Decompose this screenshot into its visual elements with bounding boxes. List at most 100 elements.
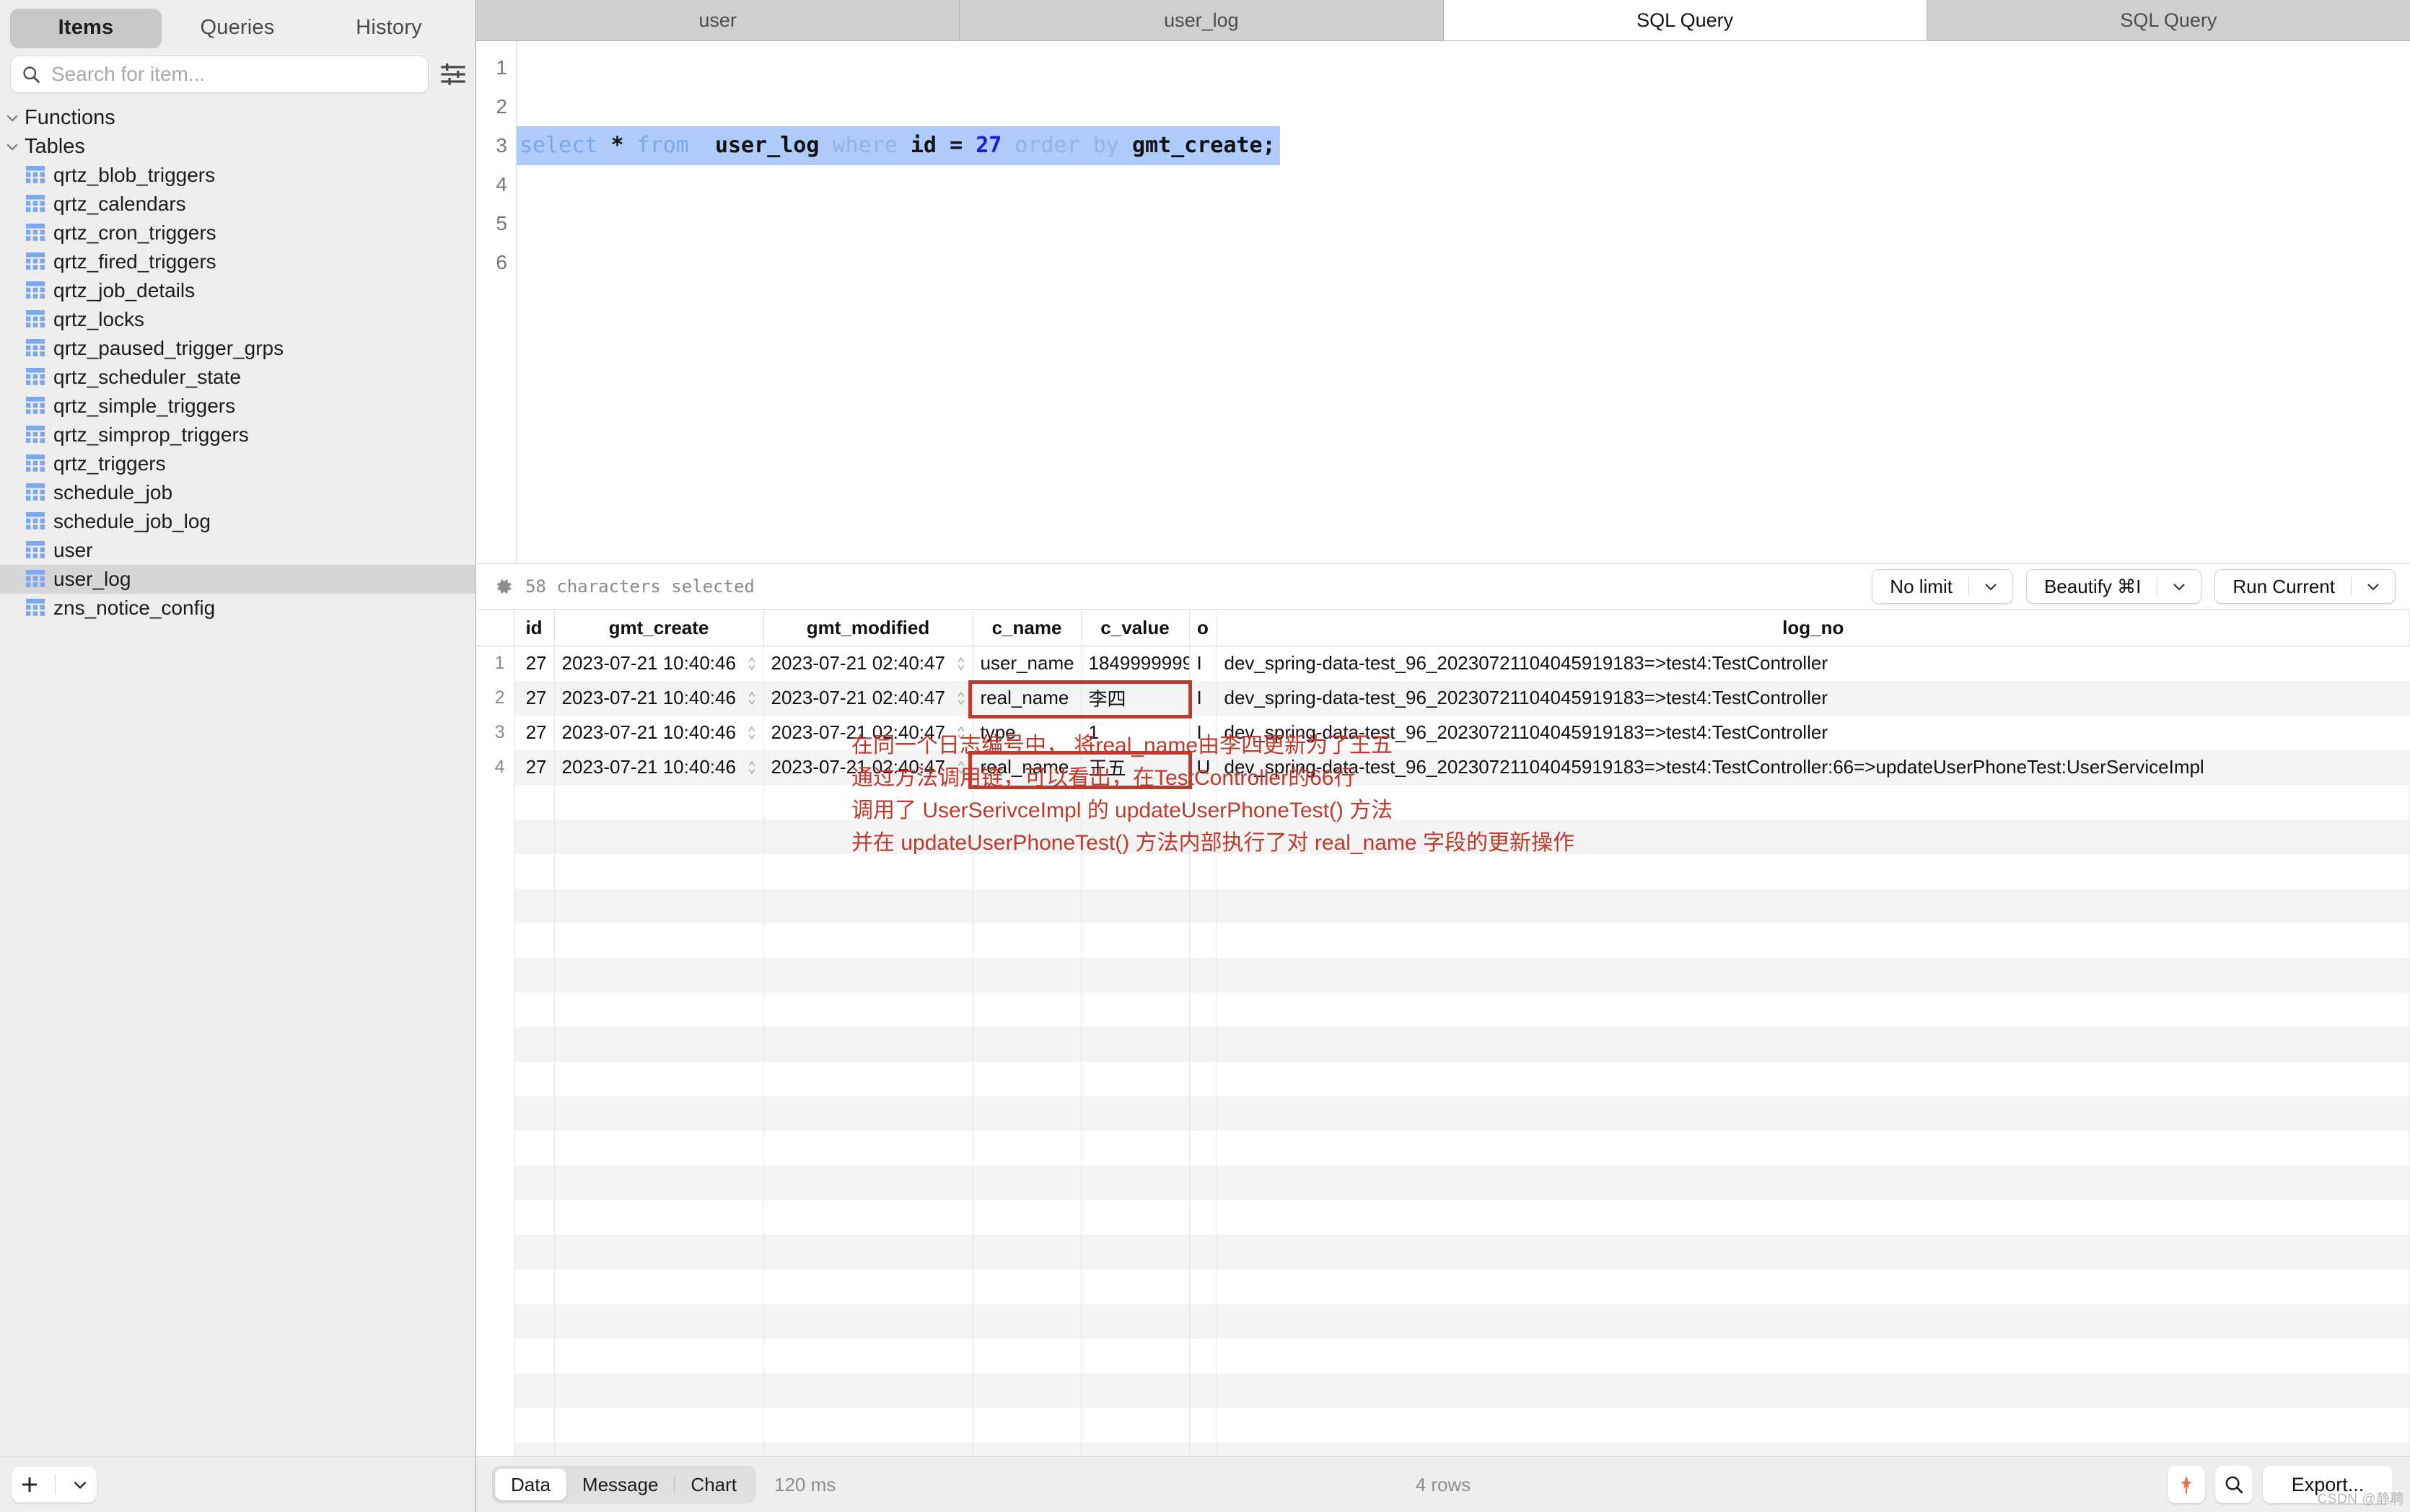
result-grid[interactable]: id gmt_create gmt_modified c_name c_valu… bbox=[476, 610, 2410, 1456]
cell-empty bbox=[1217, 1200, 2410, 1235]
filter-icon[interactable] bbox=[439, 60, 468, 89]
chevron-down-icon[interactable] bbox=[71, 1475, 89, 1494]
code-line[interactable] bbox=[517, 204, 2410, 243]
code-line[interactable] bbox=[517, 48, 2410, 87]
cell-empty bbox=[514, 1200, 555, 1235]
cell-o[interactable]: I bbox=[1189, 680, 1217, 716]
beautify-button[interactable]: Beautify ⌘I bbox=[2025, 569, 2202, 604]
cell-empty bbox=[1081, 1027, 1190, 1062]
stepper-icon[interactable] bbox=[746, 724, 758, 742]
col-header-o[interactable]: o bbox=[1189, 610, 1217, 646]
col-header-c-value[interactable]: c_value bbox=[1081, 610, 1190, 646]
tree-group-tables[interactable]: Tables bbox=[0, 132, 475, 161]
chevron-down-icon[interactable] bbox=[1969, 578, 2012, 595]
table-item-qrtz-simple-triggers[interactable]: qrtz_simple_triggers bbox=[0, 392, 475, 421]
cell-empty bbox=[514, 1096, 555, 1131]
cell-gmt-create[interactable]: 2023-07-21 10:40:46 bbox=[554, 646, 764, 681]
search-input[interactable]: Search for item... bbox=[10, 56, 429, 93]
cell-c-name[interactable]: real_name bbox=[973, 680, 1082, 716]
cell-c-value[interactable]: 李四 bbox=[1081, 680, 1190, 716]
tab-user[interactable]: user bbox=[476, 0, 960, 40]
table-icon bbox=[26, 397, 45, 414]
cell-empty bbox=[1081, 992, 1190, 1027]
col-header-gmt-create[interactable]: gmt_create bbox=[554, 610, 764, 646]
col-header-gmt-modified[interactable]: gmt_modified bbox=[763, 610, 973, 646]
table-item-qrtz-cron-triggers[interactable]: qrtz_cron_triggers bbox=[0, 219, 475, 247]
find-button[interactable] bbox=[2215, 1466, 2253, 1503]
table-row-empty bbox=[476, 1269, 2410, 1304]
table-item-qrtz-blob-triggers[interactable]: qrtz_blob_triggers bbox=[0, 161, 475, 190]
cell-id[interactable]: 27 bbox=[514, 680, 555, 716]
table-item-qrtz-scheduler-state[interactable]: qrtz_scheduler_state bbox=[0, 363, 475, 392]
code-line[interactable]: select * from user_log where id = 27 ord… bbox=[517, 126, 1280, 165]
col-header-log-no[interactable]: log_no bbox=[1217, 610, 2410, 646]
cell-c-value[interactable]: 18499999999 bbox=[1081, 646, 1190, 681]
cell-id[interactable]: 27 bbox=[514, 750, 555, 785]
chevron-down-icon[interactable] bbox=[2157, 578, 2201, 595]
cell-empty bbox=[554, 784, 764, 819]
view-tab-message[interactable]: Message bbox=[566, 1469, 675, 1500]
cell-gmt-create[interactable]: 2023-07-21 10:40:46 bbox=[554, 680, 764, 716]
editor-code-area[interactable]: select * from user_log where id = 27 ord… bbox=[517, 41, 2410, 563]
cell-c-name[interactable]: user_name bbox=[973, 646, 1082, 681]
table-item-schedule-job[interactable]: schedule_job bbox=[0, 478, 475, 507]
cell-id[interactable]: 27 bbox=[514, 715, 555, 750]
view-tab-chart[interactable]: Chart bbox=[675, 1469, 753, 1500]
stepper-icon[interactable] bbox=[746, 654, 758, 673]
table-item-qrtz-fired-triggers[interactable]: qrtz_fired_triggers bbox=[0, 247, 475, 276]
add-connection-button[interactable] bbox=[12, 1467, 97, 1503]
stepper-icon[interactable] bbox=[955, 689, 967, 708]
view-tab-data[interactable]: Data bbox=[495, 1469, 566, 1500]
sidebar-tab-queries[interactable]: Queries bbox=[162, 9, 313, 48]
table-item-qrtz-simprop-triggers[interactable]: qrtz_simprop_triggers bbox=[0, 421, 475, 449]
table-item-qrtz-paused-trigger-grps[interactable]: qrtz_paused_trigger_grps bbox=[0, 334, 475, 363]
gear-icon[interactable] bbox=[492, 576, 514, 597]
sidebar-tab-history[interactable]: History bbox=[313, 9, 465, 48]
table-item-label: qrtz_blob_triggers bbox=[53, 164, 216, 186]
stepper-icon[interactable] bbox=[746, 689, 758, 708]
col-header-c-name[interactable]: c_name bbox=[973, 610, 1082, 646]
table-row[interactable]: 2 27 2023-07-21 10:40:46 2023-07-21 02:40:4… bbox=[476, 680, 2410, 716]
tree-group-functions[interactable]: Functions bbox=[0, 103, 475, 132]
cell-gmt-create[interactable]: 2023-07-21 10:40:46 bbox=[554, 750, 764, 785]
object-tree[interactable]: Functions Tables qrtz_blob_triggers qrtz_… bbox=[0, 100, 475, 1456]
cell-empty bbox=[554, 1442, 764, 1456]
code-line[interactable] bbox=[517, 165, 2410, 204]
cell-gmt-modified[interactable]: 2023-07-21 02:40:47 bbox=[763, 646, 973, 681]
cell-o[interactable]: I bbox=[1189, 646, 1217, 681]
row-number bbox=[476, 1407, 514, 1443]
pin-button[interactable] bbox=[2168, 1466, 2205, 1503]
table-item-qrtz-job-details[interactable]: qrtz_job_details bbox=[0, 276, 475, 305]
cell-log-no[interactable]: dev_spring-data-test_96_2023072110404591… bbox=[1217, 646, 2410, 681]
table-item-user-log[interactable]: user_log bbox=[0, 565, 475, 594]
stepper-icon[interactable] bbox=[955, 654, 967, 673]
sql-editor[interactable]: 1 2 3 4 5 6 select * from user_log where id =… bbox=[476, 41, 2410, 564]
row-number bbox=[476, 819, 514, 854]
table-item-user[interactable]: user bbox=[0, 536, 475, 565]
stepper-icon[interactable] bbox=[746, 758, 758, 777]
code-line[interactable] bbox=[517, 243, 2410, 282]
tab-user-log[interactable]: user_log bbox=[960, 0, 1444, 40]
sidebar-tab-items[interactable]: Items bbox=[10, 9, 162, 48]
row-limit-dropdown[interactable]: No limit bbox=[1872, 569, 2013, 604]
code-line[interactable] bbox=[517, 87, 2410, 126]
tree-group-label: Tables bbox=[25, 134, 85, 158]
cell-gmt-create[interactable]: 2023-07-21 10:40:46 bbox=[554, 715, 764, 750]
chevron-down-icon[interactable] bbox=[2352, 578, 2395, 595]
cell-empty bbox=[1081, 1269, 1190, 1304]
tab-sql-query-2[interactable]: SQL Query bbox=[1927, 0, 2410, 40]
cell-empty bbox=[973, 1200, 1082, 1235]
cell-log-no[interactable]: dev_spring-data-test_96_2023072110404591… bbox=[1217, 680, 2410, 716]
col-header-id[interactable]: id bbox=[514, 610, 555, 646]
table-row[interactable]: 1 27 2023-07-21 10:40:46 2023-07-21 02:40:4… bbox=[476, 646, 2410, 681]
table-item-qrtz-calendars[interactable]: qrtz_calendars bbox=[0, 190, 475, 219]
table-item-schedule-job-log[interactable]: schedule_job_log bbox=[0, 507, 475, 536]
run-current-button[interactable]: Run Current bbox=[2214, 569, 2396, 604]
tab-sql-query-1[interactable]: SQL Query bbox=[1443, 0, 1927, 40]
cell-gmt-modified[interactable]: 2023-07-21 02:40:47 bbox=[763, 680, 973, 716]
table-item-zns-notice-config[interactable]: zns_notice_config bbox=[0, 594, 475, 623]
table-item-qrtz-triggers[interactable]: qrtz_triggers bbox=[0, 449, 475, 478]
cell-id[interactable]: 27 bbox=[514, 646, 555, 681]
line-number: 1 bbox=[496, 56, 507, 79]
table-item-qrtz-locks[interactable]: qrtz_locks bbox=[0, 305, 475, 334]
